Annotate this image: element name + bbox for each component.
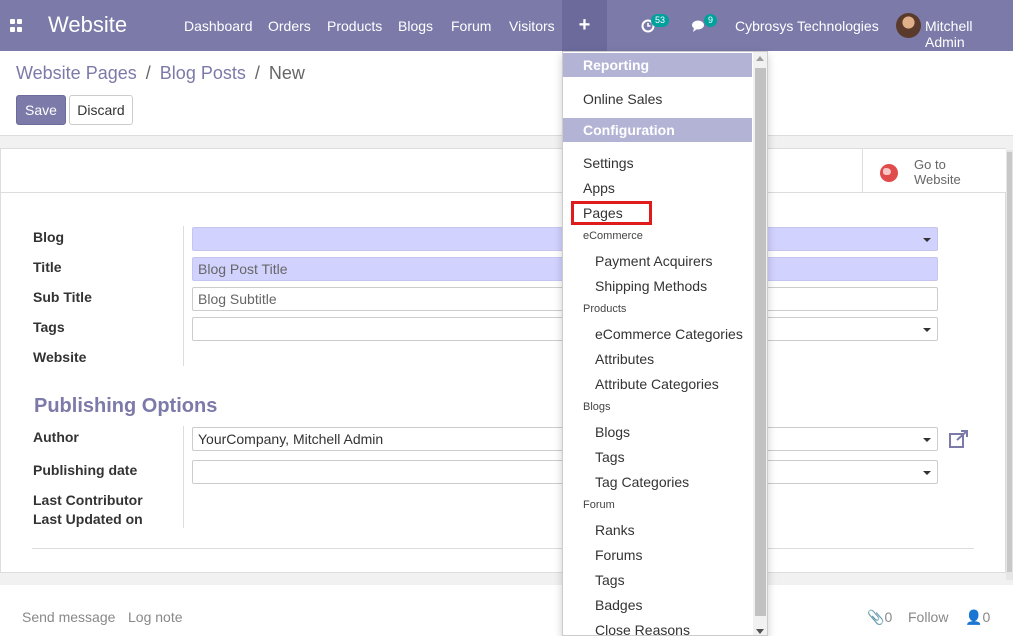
subtitle-label: Sub Title	[33, 289, 92, 305]
menu-orders[interactable]: Orders	[268, 0, 311, 51]
dropdown-group-forum: Forum	[583, 499, 615, 511]
menu-products[interactable]: Products	[327, 0, 382, 51]
scroll-up-arrow-icon[interactable]	[756, 56, 764, 61]
log-note-button[interactable]: Log note	[128, 609, 183, 625]
send-message-button[interactable]: Send message	[22, 609, 115, 625]
menu-item-payment-acquirers[interactable]: Payment Acquirers	[595, 253, 713, 269]
scroll-down-arrow-icon[interactable]	[756, 629, 764, 634]
plus-menu-button[interactable]: +	[562, 0, 607, 51]
form-scrollbar-thumb[interactable]	[1007, 152, 1012, 572]
publishing-options-title: Publishing Options	[34, 395, 218, 417]
dropdown-header-reporting: Reporting	[563, 53, 752, 77]
top-navbar: Website Dashboard Orders Products Blogs …	[0, 0, 1013, 51]
author-label: Author	[33, 429, 79, 445]
menu-item-apps[interactable]: Apps	[583, 180, 615, 196]
field-divider	[183, 426, 184, 528]
go-to-label-line2: Website	[914, 172, 961, 187]
menu-item-blogs[interactable]: Blogs	[595, 424, 630, 440]
plus-dropdown-menu: Reporting Online Sales Configuration Set…	[562, 51, 768, 636]
go-to-label-line1: Go to	[914, 157, 946, 172]
menu-item-online-sales[interactable]: Online Sales	[583, 91, 662, 107]
breadcrumb-website-pages[interactable]: Website Pages	[16, 63, 137, 83]
followers-button[interactable]: 👤0	[965, 609, 990, 626]
dropdown-group-blogs: Blogs	[583, 401, 611, 413]
user-menu[interactable]: Mitchell Admin	[925, 18, 1013, 50]
chevron-down-icon	[923, 438, 931, 442]
menu-item-tag-categories[interactable]: Tag Categories	[595, 474, 689, 490]
discard-button[interactable]: Discard	[69, 95, 133, 125]
button-box	[0, 148, 1006, 193]
menu-visitors[interactable]: Visitors	[509, 0, 555, 51]
menu-item-close-reasons[interactable]: Close Reasons	[595, 622, 690, 635]
menu-item-badges[interactable]: Badges	[595, 597, 642, 613]
menu-item-ranks[interactable]: Ranks	[595, 522, 635, 538]
paperclip-icon: 📎	[867, 609, 885, 625]
external-link-icon[interactable]	[949, 430, 969, 448]
title-label: Title	[33, 259, 62, 275]
apps-grid-icon[interactable]	[10, 19, 23, 32]
app-brand[interactable]: Website	[48, 12, 127, 38]
website-label: Website	[33, 349, 87, 365]
chevron-down-icon	[923, 471, 931, 475]
last-contributor-label: Last Contributor	[33, 492, 143, 508]
follow-button[interactable]: Follow	[908, 609, 948, 625]
breadcrumb-separator: /	[254, 63, 260, 83]
menu-blogs[interactable]: Blogs	[398, 0, 433, 51]
attachments-button[interactable]: 📎0	[867, 609, 892, 626]
menu-item-attribute-categories[interactable]: Attribute Categories	[595, 376, 719, 392]
pages-highlight-box	[571, 201, 652, 225]
company-switcher[interactable]: Cybrosys Technologies	[735, 18, 879, 34]
breadcrumb-blog-posts[interactable]: Blog Posts	[160, 63, 246, 83]
menu-item-forums[interactable]: Forums	[595, 547, 642, 563]
menu-item-settings[interactable]: Settings	[583, 155, 634, 171]
menu-item-ecommerce-categories[interactable]: eCommerce Categories	[595, 326, 743, 342]
menu-item-forum-tags[interactable]: Tags	[595, 572, 625, 588]
go-to-website-label: Go to Website	[914, 157, 974, 187]
publishing-date-label: Publishing date	[33, 462, 138, 478]
menu-item-shipping-methods[interactable]: Shipping Methods	[595, 278, 707, 294]
chevron-down-icon	[923, 238, 931, 242]
last-updated-label: Last Updated on	[33, 511, 143, 527]
breadcrumb-current: New	[268, 63, 305, 83]
dropdown-header-configuration: Configuration	[563, 118, 752, 142]
field-divider	[183, 226, 184, 366]
form-sheet	[0, 148, 1006, 573]
activity-icon[interactable]: 53	[641, 14, 670, 35]
breadcrumb: Website Pages / Blog Posts / New	[16, 63, 305, 84]
followers-count: 0	[982, 609, 991, 625]
save-button[interactable]: Save	[16, 95, 66, 125]
menu-forum[interactable]: Forum	[451, 0, 491, 51]
blog-label: Blog	[33, 229, 65, 245]
user-icon: 👤	[965, 609, 983, 625]
messages-badge: 9	[704, 14, 718, 27]
dropdown-scrollbar-thumb[interactable]	[755, 68, 766, 616]
menu-item-tags[interactable]: Tags	[595, 449, 625, 465]
menu-item-attributes[interactable]: Attributes	[595, 351, 654, 367]
chevron-down-icon	[923, 328, 931, 332]
breadcrumb-separator: /	[145, 63, 151, 83]
user-avatar[interactable]	[896, 13, 921, 38]
sheet-divider	[32, 548, 974, 549]
dropdown-group-products: Products	[583, 303, 627, 315]
messages-icon[interactable]: 9	[692, 14, 718, 35]
globe-icon	[880, 164, 898, 182]
dropdown-group-ecommerce: eCommerce	[583, 230, 643, 242]
attachments-count: 0	[884, 609, 893, 625]
author-value: YourCompany, Mitchell Admin	[198, 431, 384, 447]
menu-dashboard[interactable]: Dashboard	[184, 0, 253, 51]
activity-badge: 53	[651, 14, 670, 27]
tags-label: Tags	[33, 319, 65, 335]
